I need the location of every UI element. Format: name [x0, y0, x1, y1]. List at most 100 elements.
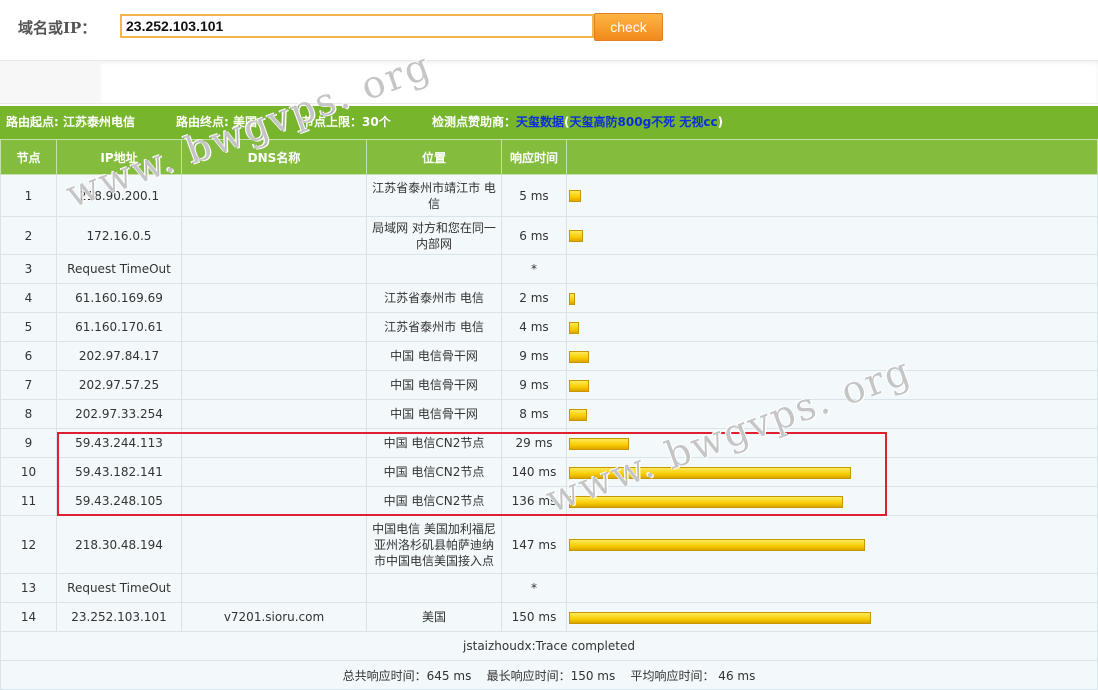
time-cell: * [501, 254, 567, 284]
location-cell: 江苏省泰州市靖江市 电信 [366, 174, 502, 217]
trace-completed: jstaizhoudx:Trace completed [0, 631, 1098, 661]
location-cell: 中国 电信骨干网 [366, 399, 502, 429]
response-bar [569, 466, 851, 479]
bar-cell [566, 399, 1098, 429]
sponsor-note-link[interactable]: 天玺高防800g不死 无视cc [570, 115, 718, 129]
hop-cell: 11 [0, 486, 57, 516]
table-row: 6 202.97.84.17 中国 电信骨干网 9 ms [0, 341, 1098, 371]
ip-cell: 218.90.200.1 [56, 174, 182, 217]
route-info-bar: 路由起点: 江苏泰州电信 路由终点: 美国 节点上限：30个 检测点赞助商：天玺… [0, 106, 1098, 139]
hop-cell: 4 [0, 283, 57, 313]
dns-cell: v7201.sioru.com [181, 602, 367, 632]
col-dns: DNS名称 [181, 139, 367, 175]
check-button[interactable]: check [594, 13, 663, 41]
table-row: 11 59.43.248.105 中国 电信CN2节点 136 ms [0, 486, 1098, 516]
bar-cell [566, 515, 1098, 574]
sponsor-paren-close: ) [717, 115, 724, 129]
col-location: 位置 [366, 139, 502, 175]
dns-cell [181, 515, 367, 574]
location-cell: 江苏省泰州市 电信 [366, 312, 502, 342]
dns-cell [181, 174, 367, 217]
route-end: 路由终点: 美国 [176, 115, 257, 129]
response-bar [569, 190, 581, 202]
bar-cell [566, 370, 1098, 400]
ip-cell: Request TimeOut [56, 573, 182, 603]
hop-cell: 1 [0, 174, 57, 217]
bar-cell [566, 457, 1098, 487]
bar-cell [566, 486, 1098, 516]
ip-cell: 59.43.248.105 [56, 486, 182, 516]
response-bar [569, 611, 871, 624]
node-limit: 节点上限：30个 [302, 115, 391, 129]
response-bar [569, 437, 629, 450]
location-cell: 局域网 对方和您在同一内部网 [366, 216, 502, 255]
location-cell: 中国 电信CN2节点 [366, 486, 502, 516]
time-cell: 8 ms [501, 399, 567, 429]
time-cell: 2 ms [501, 283, 567, 313]
ip-cell: 202.97.33.254 [56, 399, 182, 429]
bar-cell [566, 312, 1098, 342]
dns-cell [181, 341, 367, 371]
response-bar [569, 539, 865, 551]
location-cell: 江苏省泰州市 电信 [366, 283, 502, 313]
response-bar [569, 495, 843, 508]
hop-cell: 13 [0, 573, 57, 603]
dns-cell [181, 216, 367, 255]
response-bar [569, 408, 587, 421]
table-header: 节点 IP地址 DNS名称 位置 响应时间 [0, 139, 1098, 175]
time-cell: * [501, 573, 567, 603]
response-bar [569, 292, 575, 305]
summary-times: 总共响应时间：645 ms 最长响应时间：150 ms 平均响应时间： 46 m… [0, 660, 1098, 690]
dns-cell [181, 486, 367, 516]
col-bar [566, 139, 1098, 175]
dns-cell [181, 457, 367, 487]
table-row: 9 59.43.244.113 中国 电信CN2节点 29 ms [0, 428, 1098, 458]
hop-cell: 8 [0, 399, 57, 429]
sponsor-label: 检测点赞助商： [432, 115, 517, 129]
hop-cell: 3 [0, 254, 57, 284]
time-cell: 5 ms [501, 174, 567, 217]
hop-cell: 14 [0, 602, 57, 632]
hop-cell: 7 [0, 370, 57, 400]
dns-cell [181, 399, 367, 429]
time-cell: 6 ms [501, 216, 567, 255]
hop-cell: 2 [0, 216, 57, 255]
time-cell: 150 ms [501, 602, 567, 632]
response-bar [569, 350, 589, 363]
location-cell: 中国电信 美国加利福尼亚州洛杉矶县帕萨迪纳市中国电信美国接入点 [366, 515, 502, 574]
dns-cell [181, 573, 367, 603]
time-cell: 4 ms [501, 312, 567, 342]
table-row: 1 218.90.200.1 江苏省泰州市靖江市 电信 5 ms [0, 174, 1098, 217]
location-cell: 中国 电信CN2节点 [366, 428, 502, 458]
location-cell [366, 573, 502, 603]
time-cell: 140 ms [501, 457, 567, 487]
bar-cell [566, 174, 1098, 217]
table-row: 7 202.97.57.25 中国 电信骨干网 9 ms [0, 370, 1098, 400]
time-cell: 136 ms [501, 486, 567, 516]
table-row: 3 Request TimeOut * [0, 254, 1098, 284]
domain-label: 域名或IP： [18, 19, 97, 37]
ip-input[interactable] [120, 14, 594, 38]
response-bar [569, 321, 579, 334]
ip-cell: 218.30.48.194 [56, 515, 182, 574]
table-row: 12 218.30.48.194 中国电信 美国加利福尼亚州洛杉矶县帕萨迪纳市中国电… [0, 515, 1098, 574]
table-row: 10 59.43.182.141 中国 电信CN2节点 140 ms [0, 457, 1098, 487]
bar-cell [566, 254, 1098, 284]
table-row: 8 202.97.33.254 中国 电信骨干网 8 ms [0, 399, 1098, 429]
col-time: 响应时间 [501, 139, 567, 175]
bar-cell [566, 216, 1098, 255]
dns-cell [181, 370, 367, 400]
sponsor-link[interactable]: 天玺数据 [516, 115, 564, 129]
ip-cell: 59.43.182.141 [56, 457, 182, 487]
hop-cell: 9 [0, 428, 57, 458]
dns-cell [181, 312, 367, 342]
col-ip: IP地址 [56, 139, 182, 175]
hop-cell: 6 [0, 341, 57, 371]
ip-cell: 172.16.0.5 [56, 216, 182, 255]
col-hop: 节点 [0, 139, 57, 175]
dns-cell [181, 283, 367, 313]
hop-cell: 10 [0, 457, 57, 487]
table-row: 4 61.160.169.69 江苏省泰州市 电信 2 ms [0, 283, 1098, 313]
table-row: 13 Request TimeOut * [0, 573, 1098, 603]
ip-cell: 61.160.170.61 [56, 312, 182, 342]
